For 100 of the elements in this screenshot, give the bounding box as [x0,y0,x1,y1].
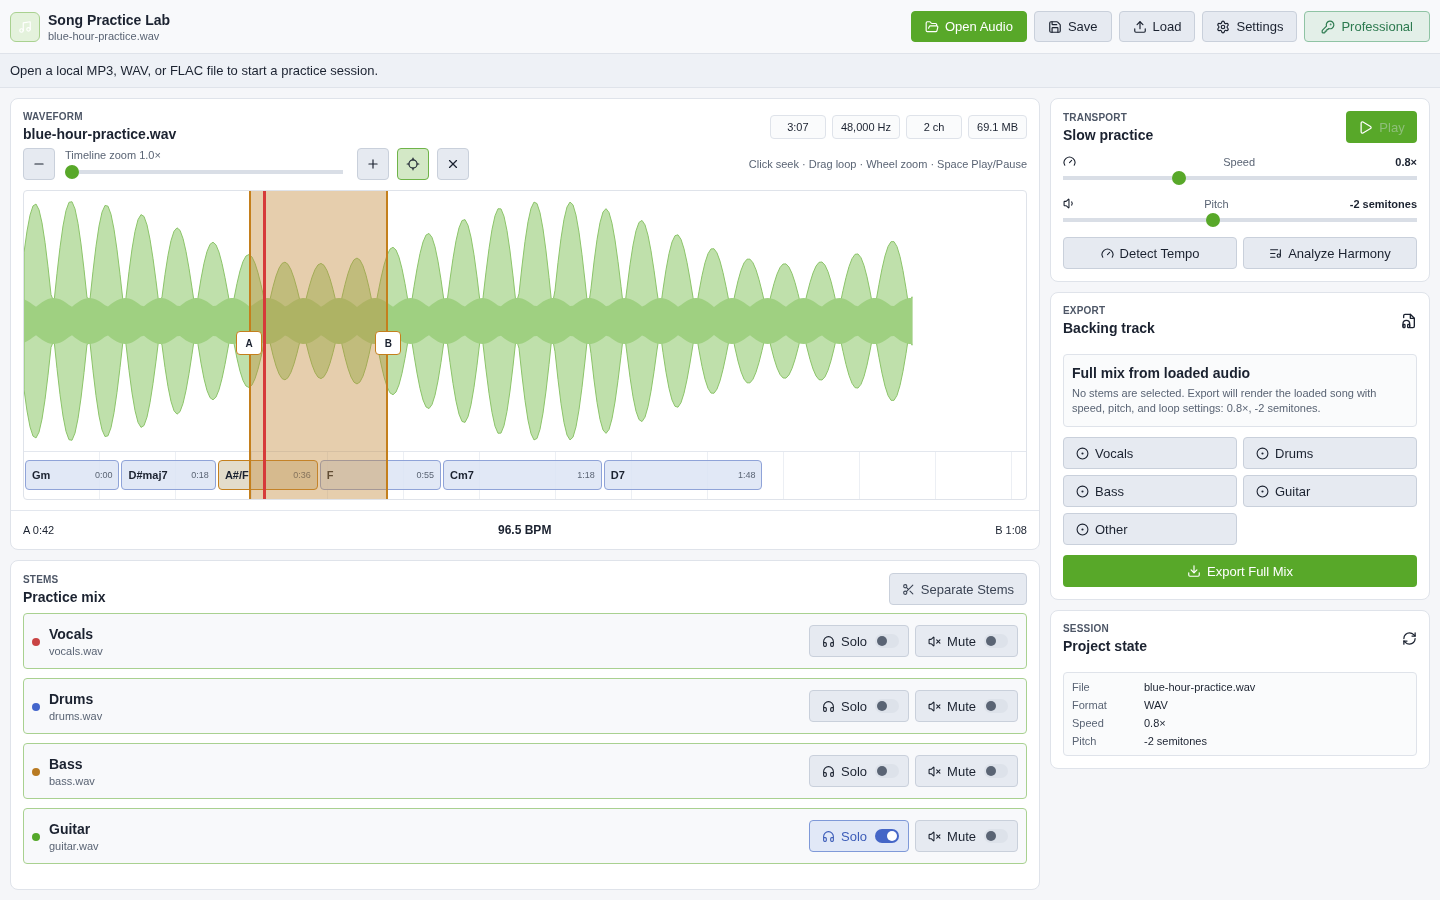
stat-chip: 2 ch [906,115,963,139]
radio-icon [1256,484,1269,498]
loop-end-handle[interactable]: B [375,331,402,355]
chord-chip[interactable]: Cm7 1:18 [442,460,602,490]
app-logo [10,11,40,42]
solo-toggle[interactable]: Solo [809,755,910,787]
solo-toggle[interactable]: Solo [809,690,910,722]
plus-icon [366,157,380,171]
chord-chip[interactable]: D7 1:48 [603,460,763,490]
section-label: TRANSPORT [1063,111,1129,123]
music-list-icon [1269,246,1283,260]
chord-chip[interactable]: F 0:55 [319,460,441,490]
toolbar-button[interactable]: Save [1033,11,1112,42]
headphones-icon [822,634,836,648]
stem-file: drums.wav [49,709,103,722]
action-button[interactable]: Analyze Harmony [1243,237,1417,269]
mute-toggle[interactable]: Mute [915,690,1018,722]
summary-title: Full mix from loaded audio [1072,365,1252,381]
info-label: Pitch [1072,735,1098,747]
stem-file: vocals.wav [49,644,103,657]
license-button[interactable]: Professional [1304,11,1430,42]
stem-option[interactable]: Bass [1063,475,1237,507]
loop-start-time: A 0:42 [23,524,55,536]
solo-toggle[interactable]: Solo [809,820,910,852]
section-label: WAVEFORM [23,111,84,122]
mute-toggle[interactable]: Mute [915,625,1018,657]
scissors-icon [901,582,915,596]
slider-value: 0.8× [1395,155,1417,168]
slider-thumb[interactable] [1171,171,1186,185]
stat-chip: 48,000 Hz [831,115,901,139]
info-value: WAV [1144,699,1169,711]
info-label: File [1072,681,1091,693]
app-title: Song Practice Lab [48,11,171,28]
loop-start-handle[interactable]: A [236,331,263,355]
gauge-icon [1063,155,1076,168]
stem-option[interactable]: Vocals [1063,437,1237,469]
section-label: STEMS [23,573,60,585]
upload-icon [1132,19,1147,34]
card-title: Backing track [1063,320,1155,336]
speaker-mute-icon [928,699,942,713]
chord-chip[interactable]: Gm 0:00 [25,460,120,490]
stem-option[interactable]: Guitar [1243,475,1417,507]
crosshair-icon [406,157,420,171]
key-icon [1321,19,1336,34]
action-button[interactable]: Detect Tempo [1063,237,1237,269]
radio-icon [1076,446,1089,460]
file-name: blue-hour-practice.wav [48,29,161,42]
radio-icon [1076,522,1089,536]
separate-stems-button[interactable]: Separate Stems [888,573,1027,605]
headphones-icon [822,829,836,843]
gauge-icon [1100,246,1114,260]
headphones-icon [822,764,836,778]
slider-thumb[interactable] [65,165,79,179]
close-icon [446,157,460,171]
summary-text: No stems are selected. Export will render the loaded song with speed, pitch, and loop settings: 0.8×, -2 semitones. [1072,386,1378,416]
stat-chip: 69.1 MB [968,115,1027,139]
shortcut-hint: Click seek · Drag loop · Wheel zoom · Space Play/Pause [748,158,1027,170]
info-label: Format [1072,699,1108,711]
stem-name: Bass [49,755,84,772]
slider-label: Speed [1222,155,1257,168]
card-title: blue-hour-practice.wav [23,126,177,142]
info-value: 0.8× [1144,717,1167,729]
file-headphones-icon [1401,313,1417,329]
toolbar-button[interactable]: Load [1118,11,1196,42]
chord-chip[interactable]: A#/F 0:36 [217,460,318,490]
play-icon [1358,119,1374,135]
mute-toggle[interactable]: Mute [915,820,1018,852]
toolbar-button[interactable]: Settings [1202,11,1298,42]
card-title: Slow practice [1063,126,1154,143]
stem-name: Guitar [49,820,92,837]
slider-thumb[interactable] [1205,213,1220,227]
chord-chip[interactable]: D#maj7 0:18 [121,460,216,490]
mute-toggle[interactable]: Mute [915,755,1018,787]
stem-option[interactable]: Other [1063,513,1237,545]
settings-icon [1216,19,1231,34]
info-value: blue-hour-practice.wav [1144,681,1257,693]
tempo-readout: 96.5 BPM [498,523,552,537]
zoom-in-button[interactable] [357,148,389,180]
download-icon [1187,564,1201,578]
stat-chip: 3:07 [769,115,826,139]
solo-toggle[interactable]: Solo [809,625,910,657]
zoom-label: Timeline zoom 1.0× [65,149,162,161]
speaker-icon [1063,197,1076,210]
loop-end-time: B 1:08 [995,524,1027,536]
close-button[interactable] [437,148,469,180]
radio-icon [1256,446,1269,460]
info-label: Speed [1072,717,1105,729]
card-title: Project state [1063,638,1148,654]
save-icon [1047,19,1062,34]
follow-playhead-button[interactable] [397,148,429,180]
stem-option[interactable]: Drums [1243,437,1417,469]
stem-name: Vocals [49,625,95,642]
speaker-mute-icon [928,829,942,843]
refresh-icon[interactable] [1402,631,1417,646]
slider-value: -2 semitones [1349,197,1417,210]
stem-file: bass.wav [49,774,95,787]
card-title: Practice mix [23,588,106,605]
info-value: -2 semitones [1144,735,1208,747]
slider-label: Pitch [1203,197,1230,210]
section-label: SESSION [1063,623,1110,634]
